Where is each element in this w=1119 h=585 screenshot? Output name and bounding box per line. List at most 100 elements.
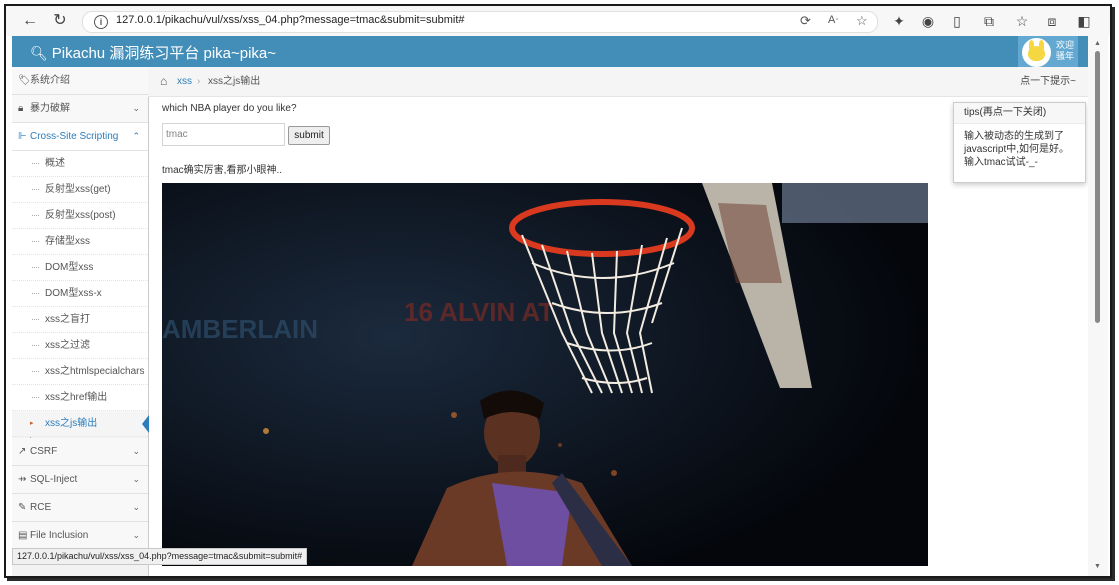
user-greeting: 欢迎 骚年 (1053, 40, 1077, 62)
greeting-line1: 欢迎 (1055, 40, 1074, 50)
sidebar-sub-dom[interactable]: DOM型xss (12, 255, 148, 281)
banner-text-left: AMBERLAIN (162, 314, 318, 344)
bird-extension-icon[interactable]: ✦ (889, 11, 909, 31)
address-bar[interactable]: i 127.0.0.1/pikachu/vul/xss/xss_04.php?m… (82, 11, 878, 33)
form-question: which NBA player do you like? (162, 103, 297, 114)
sidebar-item-label: 暴力破解 (30, 103, 70, 114)
breadcrumb: ⌂ xss › xss之js输出 点一下提示~ (148, 67, 1088, 97)
sitemap-icon: ⊩ (18, 131, 27, 142)
sidebar-item-label: File Inclusion (30, 530, 89, 541)
chevron-down-icon: ⌄ (132, 103, 140, 113)
tips-line: javascript中,如何是好。 (964, 144, 1070, 155)
tips-line: 输入被动态的生成到了 (964, 131, 1064, 142)
sidebar-item-label: RCE (30, 502, 52, 513)
sidebar-item-label: Cross-Site Scripting (30, 131, 119, 142)
sidebar-sub-overview[interactable]: 概述 (12, 151, 148, 177)
sidebar-sub-label: DOM型xss-x (45, 288, 102, 299)
chevron-down-icon: ⌄ (132, 474, 140, 484)
syringe-icon: ⇸ (18, 474, 27, 485)
sidebar-sub-dom-x[interactable]: DOM型xss-x (12, 281, 148, 307)
avatar (1022, 38, 1051, 67)
banner-text-right: 16 ALVIN AT (404, 297, 554, 327)
sidebar-sub-reflected-post[interactable]: 反射型xss(post) (12, 203, 148, 229)
sidebar-item-rce[interactable]: ✎ RCE ⌄ (12, 494, 148, 522)
extensions-puzzle-icon[interactable]: ⧉ (979, 11, 999, 31)
active-marker (142, 415, 149, 433)
sidebar-item-file-inclusion[interactable]: ▤ File Inclusion ⌄ (12, 522, 148, 550)
tips-body: 输入被动态的生成到了 javascript中,如何是好。 输入tmac试试-_- (954, 124, 1085, 169)
sidebar-sub-label: 存储型xss (45, 236, 90, 247)
sidebar-sub-label: xss之过滤 (45, 340, 90, 351)
site-header: 🔍︎ Pikachu 漏洞练习平台 pika~pika~ 欢迎 骚年 (12, 36, 1088, 67)
page-scrollbar[interactable]: ▲ ▼ (1088, 36, 1108, 576)
sidebar-sub-htmlspecialchars[interactable]: xss之htmlspecialchars (12, 359, 148, 385)
tips-popover[interactable]: tips(再点一下关闭) 输入被动态的生成到了 javascript中,如何是好… (953, 102, 1086, 183)
sidebar-sub-label: xss之js输出 (45, 418, 98, 429)
sidebar-sub-href[interactable]: xss之href输出 (12, 385, 148, 411)
hint-toggle-link[interactable]: 点一下提示~ (1020, 67, 1076, 96)
breadcrumb-link-xss[interactable]: xss (177, 67, 192, 96)
sidebar-sub-filter[interactable]: xss之过滤 (12, 333, 148, 359)
submit-button[interactable]: submit (288, 126, 330, 145)
sidebar-item-csrf[interactable]: ↗ CSRF ⌄ (12, 438, 148, 466)
sidebar-item-label: 系统介绍 (30, 75, 70, 86)
breadcrumb-current: xss之js输出 (208, 76, 261, 87)
chevron-down-icon: ⌄ (132, 530, 140, 540)
sidebar-item-xss[interactable]: ⊩ Cross-Site Scripting ⌃ (12, 123, 148, 151)
message-input[interactable]: tmac (162, 123, 285, 146)
breadcrumb-separator-icon: › (197, 76, 201, 87)
sidebar-sub-label: DOM型xss (45, 262, 94, 273)
favorite-star-icon[interactable]: ☆ (856, 13, 868, 29)
site-title: Pikachu 漏洞练习平台 pika~pika~ (51, 45, 277, 62)
sidebar-sub-label: 概述 (45, 158, 65, 169)
chevron-down-icon: ⌄ (132, 446, 140, 456)
browser-window: ← ↻ i 127.0.0.1/pikachu/vul/xss/xss_04.p… (4, 4, 1112, 578)
site-brand[interactable]: 🔍︎ Pikachu 漏洞练习平台 pika~pika~ (30, 42, 276, 63)
caret-right-icon: ▸ (30, 420, 34, 427)
home-icon[interactable]: ⌂ (160, 67, 167, 96)
scroll-thumb[interactable] (1095, 51, 1100, 323)
circle-extension-icon[interactable]: ◉ (918, 11, 938, 31)
sidebar-sub-reflected-get[interactable]: 反射型xss(get) (12, 177, 148, 203)
lock-icon: 🔒︎ (18, 103, 24, 114)
file-icon: ▤ (18, 530, 28, 541)
document-icon[interactable]: ▯ (947, 11, 967, 31)
sidebar-sub-stored[interactable]: 存储型xss (12, 229, 148, 255)
sidebar-toggle-icon[interactable]: ◧ (1074, 11, 1094, 31)
favorites-icon[interactable]: ☆ (1012, 11, 1032, 31)
collections-icon[interactable]: ⧈ (1042, 11, 1062, 31)
tips-line: 输入tmac试试-_- (964, 157, 1038, 168)
tips-title[interactable]: tips(再点一下关闭) (954, 103, 1085, 124)
browser-toolbar: ← ↻ i 127.0.0.1/pikachu/vul/xss/xss_04.p… (6, 6, 1110, 36)
sidebar-sub-js-output[interactable]: ▸ xss之js输出 (12, 411, 149, 437)
chevron-down-icon: ⌄ (132, 502, 140, 512)
user-menu[interactable]: 欢迎 骚年 (1018, 36, 1078, 67)
external-link-icon: ↗ (18, 446, 27, 457)
sidebar-sub-label: 反射型xss(get) (45, 184, 111, 195)
info-icon[interactable]: i (94, 15, 108, 29)
key-icon: 🔍︎ (30, 45, 48, 61)
sidebar-sub-blind[interactable]: xss之盲打 (12, 307, 148, 333)
sidebar: 🏷︎ 系统介绍 🔒︎ 暴力破解 ⌄ ⊩ Cross-Site Scripting… (12, 67, 149, 576)
translate-icon[interactable]: ⟳ (800, 13, 811, 29)
back-arrow-icon[interactable]: ← (20, 11, 40, 31)
scroll-up-arrow-icon[interactable]: ▲ (1094, 40, 1101, 47)
result-message: tmac确实厉害,看那小眼神.. (162, 165, 283, 176)
greeting-line2: 骚年 (1055, 51, 1074, 61)
chevron-up-icon: ⌃ (132, 131, 140, 141)
sidebar-item-intro[interactable]: 🏷︎ 系统介绍 (12, 67, 148, 95)
read-aloud-icon[interactable]: Aᐧ (828, 13, 838, 26)
sidebar-sub-label: xss之盲打 (45, 314, 90, 325)
sidebar-sub-label: xss之htmlspecialchars (45, 366, 145, 377)
sidebar-item-label: SQL-Inject (30, 474, 78, 485)
player-photo: AMBERLAIN 16 ALVIN AT (162, 183, 928, 566)
address-text[interactable]: 127.0.0.1/pikachu/vul/xss/xss_04.php?mes… (116, 14, 465, 26)
reload-icon[interactable]: ↻ (50, 11, 70, 31)
sidebar-item-bruteforce[interactable]: 🔒︎ 暴力破解 ⌄ (12, 95, 148, 123)
sidebar-item-sqli[interactable]: ⇸ SQL-Inject ⌄ (12, 466, 148, 494)
sidebar-item-label: CSRF (30, 446, 58, 457)
sidebar-sub-label: xss之href输出 (45, 392, 108, 403)
scroll-down-arrow-icon[interactable]: ▼ (1094, 563, 1101, 570)
status-bar-url: 127.0.0.1/pikachu/vul/xss/xss_04.php?mes… (12, 548, 308, 565)
pencil-icon: ✎ (18, 502, 27, 513)
